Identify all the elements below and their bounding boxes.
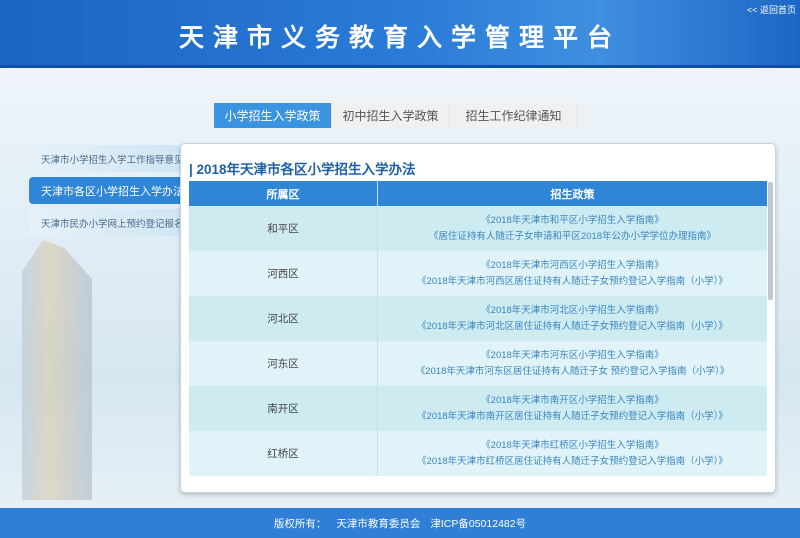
sidebar-item-district-methods[interactable]: 天津市各区小学招生入学办法: [29, 177, 189, 204]
policy-link[interactable]: 《2018年天津市河西区小学招生入学指南》: [481, 258, 664, 274]
table-row: 和平区 《2018年天津市和平区小学招生入学指南》 《居住证持有人随迁子女申请和平区…: [189, 206, 767, 251]
policy-link[interactable]: 《2018年天津市南开区小学招生入学指南》: [481, 393, 664, 409]
district-cell: 南开区: [189, 386, 378, 431]
policy-cell: 《2018年天津市河北区小学招生入学指南》 《2018年天津市河北区居住证持有人随…: [378, 296, 767, 341]
policy-link[interactable]: 《2018年天津市河东区小学招生入学指南》: [481, 348, 664, 364]
home-link[interactable]: << 返回首页: [747, 3, 796, 16]
building-illustration: [22, 240, 92, 500]
policy-link[interactable]: 《居住证持有人随迁子女申请和平区2018年公办小学学位办理指南》: [429, 229, 716, 245]
column-header-policy: 招生政策: [550, 188, 595, 201]
footer: 版权所有： 天津市教育委员会 津ICP备05012482号: [0, 508, 800, 538]
policy-cell: 《2018年天津市河西区小学招生入学指南》 《2018年天津市河西区居住证持有人随…: [378, 251, 767, 296]
header: 天津市义务教育入学管理平台 << 返回首页: [0, 0, 800, 68]
district-cell: 河东区: [189, 341, 378, 386]
policy-table: 所属区 招生政策 和平区 《2018年天津市和平区小学招生入学指南》 《居住证持有人…: [189, 181, 767, 476]
site-title: 天津市义务教育入学管理平台: [178, 24, 621, 52]
policy-link[interactable]: 《2018年天津市河北区居住证持有人随迁子女预约登记入学指南（小学）》: [417, 319, 728, 335]
table-header: 所属区 招生政策: [189, 181, 767, 206]
policy-link[interactable]: 《2018年天津市河西区居住证持有人随迁子女预约登记入学指南（小学）》: [417, 274, 728, 290]
column-header-district: 所属区: [189, 181, 378, 206]
icp-number: 津ICP备05012482号: [430, 517, 527, 530]
panel-title: | 2018年天津市各区小学招生入学办法: [189, 162, 416, 177]
sidebar-item-guidance[interactable]: 天津市小学招生入学工作指导意见: [29, 145, 189, 172]
table-row: 河北区 《2018年天津市河北区小学招生入学指南》 《2018年天津市河北区居住证持…: [189, 296, 767, 341]
district-cell: 红桥区: [189, 431, 378, 476]
policy-link[interactable]: 《2018年天津市南开区居住证持有人随迁子女预约登记入学指南（小学）》: [417, 409, 728, 425]
tab-middle-policy[interactable]: 初中招生入学政策: [332, 103, 450, 128]
policy-link[interactable]: 《2018年天津市和平区小学招生入学指南》: [481, 213, 664, 229]
scrollbar[interactable]: [768, 182, 773, 300]
table-row: 河东区 《2018年天津市河东区小学招生入学指南》 《2018年天津市河东区居住证持…: [189, 341, 767, 386]
copyright-label: 版权所有：: [273, 517, 327, 530]
policy-cell: 《2018年天津市和平区小学招生入学指南》 《居住证持有人随迁子女申请和平区201…: [378, 206, 767, 251]
copyright-org: 天津市教育委员会: [336, 517, 421, 530]
policy-cell: 《2018年天津市南开区小学招生入学指南》 《2018年天津市南开区居住证持有人随…: [378, 386, 767, 431]
policy-link[interactable]: 《2018年天津市红桥区小学招生入学指南》: [481, 438, 664, 454]
district-cell: 河北区: [189, 296, 378, 341]
policy-link[interactable]: 《2018年天津市红桥区居住证持有人随迁子女预约登记入学指南（小学）》: [417, 454, 728, 470]
policy-link[interactable]: 《2018年天津市河东区居住证持有人随迁子女 预约登记入学指南（小学）》: [416, 364, 730, 380]
table-row: 河西区 《2018年天津市河西区小学招生入学指南》 《2018年天津市河西区居住证持…: [189, 251, 767, 296]
district-cell: 河西区: [189, 251, 378, 296]
policy-link[interactable]: 《2018年天津市河北区小学招生入学指南》: [481, 303, 664, 319]
sidebar-item-private-registration[interactable]: 天津市民办小学网上预约登记报名: [29, 209, 189, 236]
tab-bar: 小学招生入学政策 初中招生入学政策 招生工作纪律通知: [214, 103, 578, 128]
tab-primary-policy[interactable]: 小学招生入学政策: [214, 103, 332, 128]
content-panel: | 2018年天津市各区小学招生入学办法 所属区 招生政策 和平区 《2018年天…: [180, 143, 776, 493]
policy-cell: 《2018年天津市红桥区小学招生入学指南》 《2018年天津市红桥区居住证持有人随…: [378, 431, 767, 476]
table-row: 红桥区 《2018年天津市红桥区小学招生入学指南》 《2018年天津市红桥区居住证持…: [189, 431, 767, 476]
district-cell: 和平区: [189, 206, 378, 251]
tab-discipline-notice[interactable]: 招生工作纪律通知: [450, 103, 578, 128]
table-row: 南开区 《2018年天津市南开区小学招生入学指南》 《2018年天津市南开区居住证持…: [189, 386, 767, 431]
policy-cell: 《2018年天津市河东区小学招生入学指南》 《2018年天津市河东区居住证持有人随…: [378, 341, 767, 386]
